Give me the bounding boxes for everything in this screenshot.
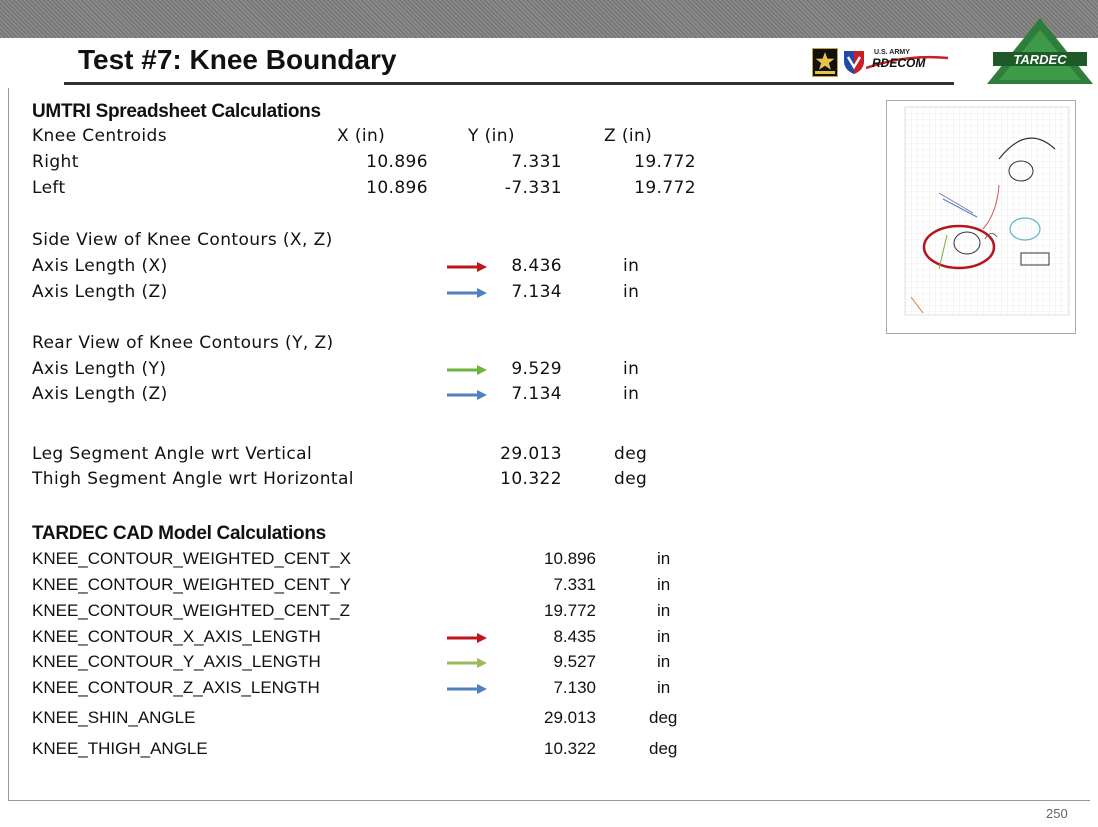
side-axis-x-label: Axis Length (X) [32,256,168,276]
leg-angle-value: 29.013 [500,444,562,464]
row-right-label: Right [32,152,79,172]
cad-row-label: KNEE_SHIN_ANGLE [32,708,196,727]
cad-row-unit: in [657,601,671,620]
cad-row-unit: in [657,627,671,646]
side-axis-z-value: 7.134 [511,282,562,302]
cad-row-value: 29.013 [544,708,596,727]
tardec-heading: TARDEC CAD Model Calculations [32,523,326,544]
side-axis-z-label: Axis Length (Z) [32,282,168,302]
cad-row-value: 8.435 [553,627,596,646]
cad-row-label: KNEE_CONTOUR_Z_AXIS_LENGTH [32,678,320,697]
cad-row-value: 9.527 [553,652,596,671]
row-left-z: 19.772 [634,178,696,198]
rdecom-logo: U.S. ARMY RDECOM [866,49,950,72]
row-left-label: Left [32,178,66,198]
thigh-angle-unit: deg [614,469,648,489]
cad-row-unit: in [657,678,671,697]
rear-axis-y-value: 9.529 [511,359,562,379]
side-view-label: Side View of Knee Contours (X, Z) [32,230,333,250]
rear-axis-y-unit: in [623,359,640,379]
umtri-heading: UMTRI Spreadsheet Calculations [32,101,321,122]
thigh-angle-label: Thigh Segment Angle wrt Horizontal [32,469,354,489]
cad-row-unit: in [657,549,671,568]
cad-row-label: KNEE_CONTOUR_WEIGHTED_CENT_X [32,549,351,568]
cad-row-label: KNEE_THIGH_ANGLE [32,739,208,758]
cad-row-unit: deg [649,739,678,758]
cad-row-label: KNEE_CONTOUR_WEIGHTED_CENT_Z [32,601,351,620]
row-right-z: 19.772 [634,152,696,172]
cad-row-value: 10.896 [544,549,596,568]
army-star-icon [812,48,838,77]
green-arrow-icon [447,658,487,668]
blue-arrow-icon [447,684,487,694]
row-left-y: -7.331 [504,178,562,198]
knee-contour-plot-thumbnail [886,100,1076,334]
cad-row-label: KNEE_CONTOUR_Y_AXIS_LENGTH [32,652,321,671]
side-axis-x-value: 8.436 [511,256,562,276]
cad-row-label: KNEE_CONTOUR_WEIGHTED_CENT_Y [32,575,351,594]
centroids-label: Knee Centroids [32,126,168,146]
rear-axis-y-label: Axis Length (Y) [32,359,167,379]
rear-view-label: Rear View of Knee Contours (Y, Z) [32,333,334,353]
slide-left-border [8,88,9,800]
row-right-y: 7.331 [511,152,562,172]
header-band [0,0,1098,38]
tardec-logo: TARDEC [985,14,1095,90]
page-title: Test #7: Knee Boundary [78,44,397,75]
rdecom-shield-icon [842,49,866,79]
row-right-x: 10.896 [366,152,428,172]
red-arrow-icon [447,633,487,643]
cad-row-value: 7.331 [553,575,596,594]
col-y-header: Y (in) [468,126,515,146]
rdecom-big-text: RDECOM [872,56,926,70]
col-x-header: X (in) [337,126,386,146]
cad-row-unit: in [657,652,671,671]
side-axis-x-unit: in [623,256,640,276]
leg-angle-label: Leg Segment Angle wrt Vertical [32,444,313,464]
rear-axis-z-label: Axis Length (Z) [32,384,168,404]
leg-angle-unit: deg [614,444,648,464]
page-number: 250 [1046,806,1068,821]
rdecom-small-text: U.S. ARMY [874,49,910,56]
col-z-header: Z (in) [604,126,653,146]
row-left-x: 10.896 [366,178,428,198]
cad-row-label: KNEE_CONTOUR_X_AXIS_LENGTH [32,627,321,646]
rear-axis-z-value: 7.134 [511,384,562,404]
footer-rule [8,800,1090,801]
thigh-angle-value: 10.322 [500,469,562,489]
slide: Test #7: Knee Boundary U.S. ARMY RDECOM … [0,0,1098,827]
cad-row-value: 7.130 [553,678,596,697]
title-underline [64,82,954,85]
side-axis-z-unit: in [623,282,640,302]
tardec-logo-text: TARDEC [1013,52,1067,67]
cad-row-value: 19.772 [544,601,596,620]
rear-axis-z-unit: in [623,384,640,404]
cad-row-value: 10.322 [544,739,596,758]
cad-row-unit: in [657,575,671,594]
cad-row-unit: deg [649,708,678,727]
